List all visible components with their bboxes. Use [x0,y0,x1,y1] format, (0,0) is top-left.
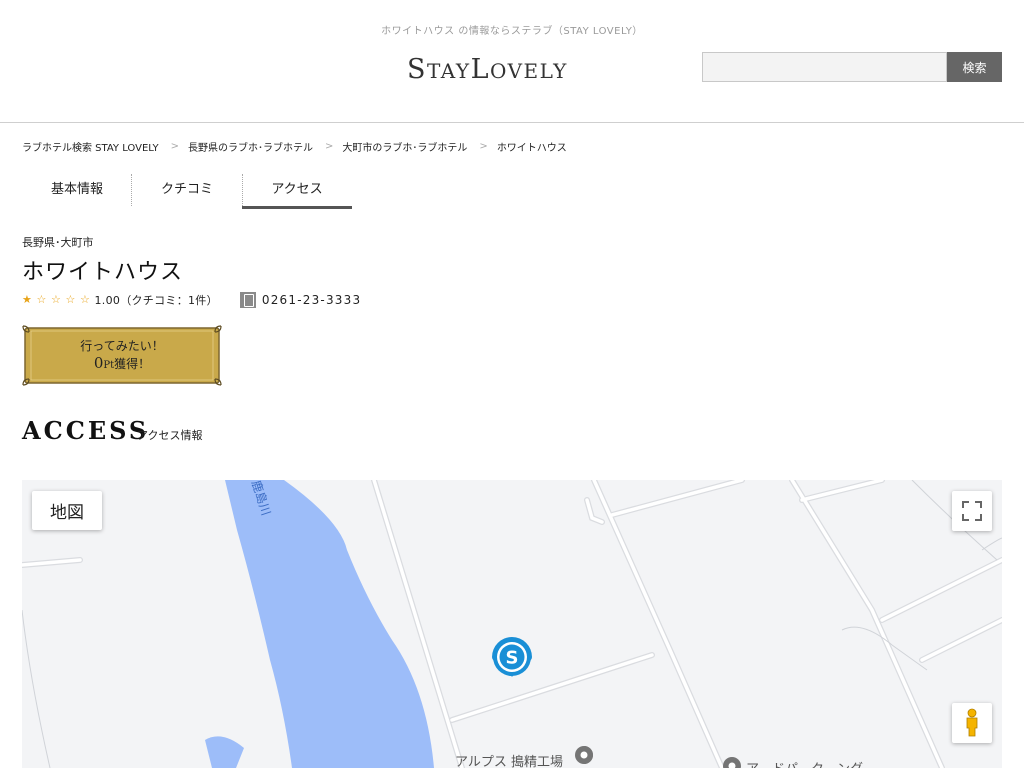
star-empty-icon: ☆ [36,293,47,306]
breadcrumb-separator: > [170,141,180,152]
place-pin-icon[interactable] [575,746,593,764]
star-filled-icon: ★ [22,293,32,306]
site-tagline: ホワイトハウス の情報ならステラブ（STAY LOVELY） [381,26,643,37]
star-empty-icon: ☆ [65,293,76,306]
fullscreen-icon [962,501,982,521]
hotel-marker-icon[interactable]: S [492,637,532,677]
hotel-name: ホワイトハウス [22,260,184,285]
search-input[interactable] [702,52,947,82]
rating-row: ★ ☆ ☆ ☆ ☆ 1.00（クチコミ：1件） 0261-23-3333 [22,292,361,308]
breadcrumb: ラブホテル検索 STAY LOVELY > 長野県のラブホ･ラブホテル > 大町… [22,139,567,154]
want-to-go-button[interactable]: 行ってみたい！ 0Pt獲得！ [22,325,222,386]
breadcrumb-item-home[interactable]: ラブホテル検索 STAY LOVELY [22,139,159,154]
map-view[interactable]: S 鹿島川 アルプス 搗精工場 ア…ドパ…ク…ング 地図 [22,480,1002,768]
map-tiles: S [22,480,1002,768]
access-subheading: アクセス情報 [137,429,203,442]
breadcrumb-separator: > [325,141,334,152]
phone-number[interactable]: 0261-23-3333 [262,293,361,307]
tab-access[interactable]: アクセス [242,173,352,209]
rating-text[interactable]: 1.00（クチコミ：1件） [95,292,218,308]
street-view-button[interactable] [952,703,992,743]
rating-stars: ★ ☆ ☆ ☆ ☆ [22,293,95,307]
breadcrumb-item-prefecture[interactable]: 長野県のラブホ･ラブホテル [188,139,313,154]
place-label[interactable]: アルプス 搗精工場 [455,751,563,768]
star-empty-icon: ☆ [51,293,61,306]
breadcrumb-item-city[interactable]: 大町市のラブホ･ラブホテル [342,139,467,154]
breadcrumb-item-current: ホワイトハウス [496,143,567,154]
access-heading: ACCESS [22,416,150,445]
place-label-2[interactable]: ア…ドパ…ク…ング [746,758,863,768]
site-logo[interactable]: STAYLOVELY [407,54,617,86]
want-to-go-label: 行ってみたい！ [80,339,164,353]
place-pin-icon[interactable] [723,757,741,768]
site-header: ホワイトハウス の情報ならステラブ（STAY LOVELY） STAYLOVEL… [0,0,1024,123]
fullscreen-button[interactable] [952,491,992,531]
star-empty-icon: ☆ [80,293,90,306]
tab-reviews[interactable]: クチコミ [132,173,242,209]
hotel-tabs: 基本情報 クチコミ アクセス [22,173,353,209]
pegman-icon [966,708,978,737]
svg-text:S: S [506,648,519,669]
breadcrumb-separator: > [479,141,488,152]
tab-basic-info[interactable]: 基本情報 [22,173,132,209]
phone-icon [239,292,256,308]
search-button[interactable]: 検索 [947,52,1002,82]
points-label: 0Pt獲得！ [93,354,151,372]
hotel-location: 長野県･大町市 [22,236,94,249]
map-type-button[interactable]: 地図 [32,491,102,530]
